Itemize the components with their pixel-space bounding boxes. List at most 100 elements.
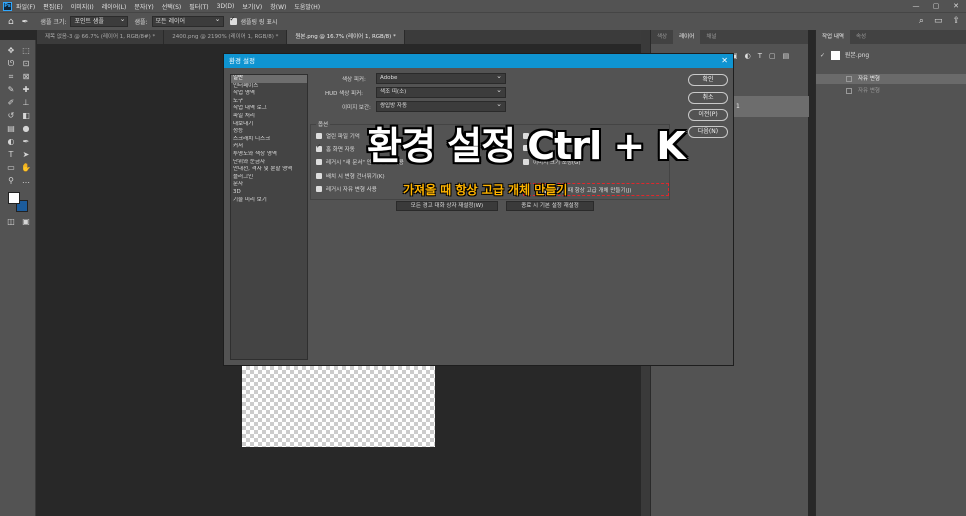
interpolation-select[interactable]: 쌍입방 자동 [376, 100, 506, 112]
category-item[interactable]: 일반 [231, 75, 307, 83]
tab-color[interactable]: 색상 [651, 30, 673, 44]
history-snapshot[interactable]: ✓ 원본.png [820, 50, 869, 60]
tab-history[interactable]: 작업 내역 [816, 30, 850, 44]
home-icon[interactable]: ⌂ [8, 17, 14, 27]
category-item[interactable]: 투명도와 색상 영역 [231, 151, 307, 159]
category-item[interactable]: 기술 미리 보기 [231, 197, 307, 205]
gradient-tool-icon[interactable]: ▤ [4, 123, 18, 134]
category-item[interactable]: 작업 영역 [231, 90, 307, 98]
menu-window[interactable]: 창(W) [270, 2, 286, 11]
type-tool-icon[interactable]: T [4, 149, 18, 160]
marquee-tool-icon[interactable]: ⬚ [19, 45, 33, 56]
reset-warnings-button[interactable]: 모든 경고 대화 상자 재설정(W) [396, 201, 498, 211]
adjust-filter-icon[interactable]: ◐ [745, 52, 751, 60]
category-item[interactable]: 플러그인 [231, 174, 307, 182]
menu-type[interactable]: 문자(Y) [134, 2, 153, 11]
category-item[interactable]: 도구 [231, 98, 307, 106]
menu-view[interactable]: 보기(V) [242, 2, 262, 11]
foreground-color-swatch[interactable] [8, 192, 20, 204]
prev-button[interactable]: 이전(P) [688, 109, 728, 121]
brush-tool-icon[interactable]: ✐ [4, 97, 18, 108]
menu-help[interactable]: 도움말(H) [294, 2, 320, 11]
option-row[interactable]: 열린 파일 기억 [316, 132, 360, 140]
category-item[interactable]: 스크래치 디스크 [231, 136, 307, 144]
blur-tool-icon[interactable]: ● [19, 123, 33, 134]
eyedropper-icon[interactable]: ✎ [4, 84, 18, 95]
object-select-tool-icon[interactable]: ⊡ [19, 58, 33, 69]
more-tools-icon[interactable]: … [19, 175, 33, 186]
category-item[interactable]: 파일 처리 [231, 113, 307, 121]
history-item[interactable]: 자유 변형 [816, 86, 966, 96]
hud-picker-select[interactable]: 색조 띠(소) [376, 86, 506, 98]
quick-mask-icon[interactable]: ◫ [4, 216, 18, 227]
pen-tool-icon[interactable]: ✒ [19, 136, 33, 147]
option-row[interactable]: 레거시 자유 변형 사용 [316, 185, 377, 193]
category-item[interactable]: 문자 [231, 181, 307, 189]
shape-tool-icon[interactable]: ▭ [4, 162, 18, 173]
eraser-tool-icon[interactable]: ◧ [19, 110, 33, 121]
menu-filter[interactable]: 필터(T) [189, 2, 208, 11]
stamp-tool-icon[interactable]: ⊥ [19, 97, 33, 108]
category-item[interactable]: 내보내기 [231, 121, 307, 129]
minimize-icon[interactable]: — [906, 0, 926, 12]
screen-mode-icon[interactable]: ▣ [19, 216, 33, 227]
category-item[interactable]: 작업 내역 로그 [231, 105, 307, 113]
maximize-icon[interactable]: ▢ [926, 0, 946, 12]
tab-properties[interactable]: 속성 [850, 30, 872, 44]
option-checkbox[interactable] [316, 143, 322, 152]
doc-tab-3[interactable]: 원본.png @ 16.7% (레이어 1, RGB/8) * [287, 30, 405, 44]
menu-select[interactable]: 선택(S) [162, 2, 182, 11]
cancel-button[interactable]: 취소 [688, 92, 728, 104]
next-button[interactable]: 다음(N) [688, 126, 728, 138]
option-checkbox[interactable] [316, 186, 322, 192]
dialog-close-icon[interactable]: ✕ [721, 54, 728, 68]
doc-tab-1[interactable]: 제목 없음-3 @ 66.7% (레이어 1, RGB/8#) * [37, 30, 165, 44]
search-icon[interactable]: ⌕ [919, 16, 924, 26]
sample-size-select[interactable]: 포인트 샘플 [70, 15, 129, 27]
zoom-tool-icon[interactable]: ⚲ [4, 175, 18, 186]
menu-image[interactable]: 이미지(I) [71, 2, 94, 11]
hand-tool-icon[interactable]: ✋ [19, 162, 33, 173]
history-item[interactable]: 자유 변형 [816, 74, 966, 84]
option-row[interactable]: 홈 화면 자동 [316, 143, 355, 153]
shape-filter-icon[interactable]: ▢ [769, 52, 776, 60]
option-checkbox[interactable] [316, 173, 322, 179]
category-item[interactable]: 안내선, 격자 및 분할 영역 [231, 166, 307, 174]
eyedropper-tool-icon[interactable]: ✒ [22, 17, 29, 26]
transparent-canvas[interactable] [242, 366, 435, 447]
category-item[interactable]: 성능 [231, 128, 307, 136]
history-brush-icon[interactable]: ↺ [4, 110, 18, 121]
smart-filter-icon[interactable]: ▤ [783, 52, 790, 60]
workspace-icon[interactable]: ▭ [934, 16, 943, 26]
path-select-icon[interactable]: ➤ [19, 149, 33, 160]
category-item[interactable]: 3D [231, 189, 307, 197]
close-window-icon[interactable]: ✕ [946, 0, 966, 12]
move-tool-icon[interactable]: ✥ [4, 45, 18, 56]
type-filter-icon[interactable]: T [758, 52, 762, 60]
doc-tab-2[interactable]: 2400.png @ 2190% (레이어 1, RGB/8) * [164, 30, 288, 44]
category-item[interactable]: 커서 [231, 143, 307, 151]
tab-channels[interactable]: 채널 [700, 30, 722, 44]
category-list: 일반 인터페이스 작업 영역 도구 작업 내역 로그 파일 처리 내보내기 성능… [230, 74, 308, 360]
healing-tool-icon[interactable]: ✚ [19, 84, 33, 95]
show-ring-checkbox[interactable] [229, 15, 237, 25]
option-checkbox[interactable] [316, 133, 322, 139]
color-picker-select[interactable]: Adobe [376, 72, 506, 84]
ok-button[interactable]: 확인 [688, 74, 728, 86]
category-item[interactable]: 단위와 눈금자 [231, 159, 307, 167]
menu-3d[interactable]: 3D(D) [217, 3, 235, 10]
category-item[interactable]: 인터페이스 [231, 83, 307, 91]
reset-prefs-button[interactable]: 종료 시 기본 설정 재설정 [506, 201, 594, 211]
menu-edit[interactable]: 편집(E) [43, 2, 63, 11]
crop-tool-icon[interactable]: ⌗ [4, 71, 18, 82]
option-row[interactable]: 배치 시 변형 건너뛰기(K) [316, 172, 385, 180]
sample-select[interactable]: 모든 레이어 [151, 15, 224, 27]
dodge-tool-icon[interactable]: ◐ [4, 136, 18, 147]
share-icon[interactable]: ⇪ [952, 16, 960, 26]
option-checkbox[interactable] [316, 159, 322, 165]
lasso-tool-icon[interactable]: ᘎ [4, 58, 18, 69]
tab-layers[interactable]: 레이어 [673, 30, 701, 44]
menu-file[interactable]: 파일(F) [16, 2, 35, 11]
menu-layer[interactable]: 레이어(L) [102, 2, 127, 11]
frame-tool-icon[interactable]: ⊠ [19, 71, 33, 82]
